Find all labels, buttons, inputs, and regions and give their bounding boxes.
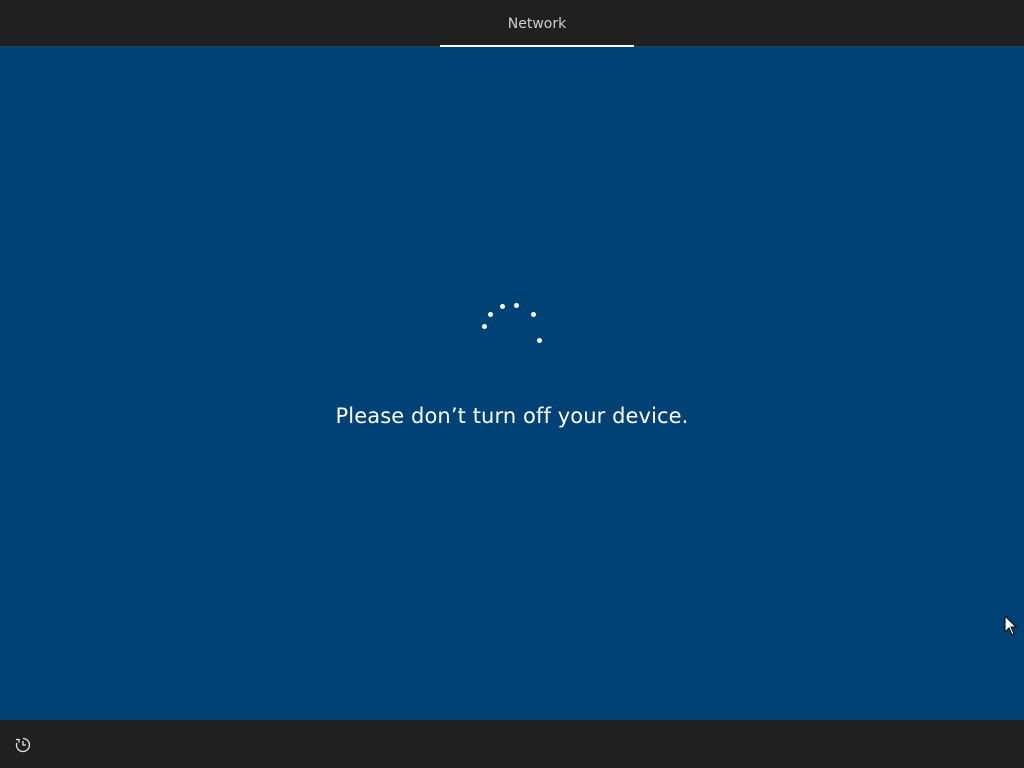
tab-network-label: Network — [507, 16, 567, 32]
spinner-dot — [531, 312, 536, 317]
spinner-dot — [488, 312, 493, 317]
status-message: Please don’t turn off your device. — [335, 404, 689, 428]
spinner-dot — [482, 324, 487, 329]
top-bar: Network — [0, 0, 1024, 47]
loading-spinner-icon — [480, 300, 544, 348]
ease-of-access-icon[interactable] — [14, 736, 32, 754]
spinner-dot — [537, 338, 542, 343]
bottom-bar — [0, 720, 1024, 768]
spinner-dot — [514, 303, 519, 308]
tab-network[interactable]: Network — [440, 0, 634, 46]
mouse-pointer-icon — [1004, 614, 1018, 637]
spinner-dot — [500, 304, 505, 309]
main-panel — [0, 47, 1024, 720]
